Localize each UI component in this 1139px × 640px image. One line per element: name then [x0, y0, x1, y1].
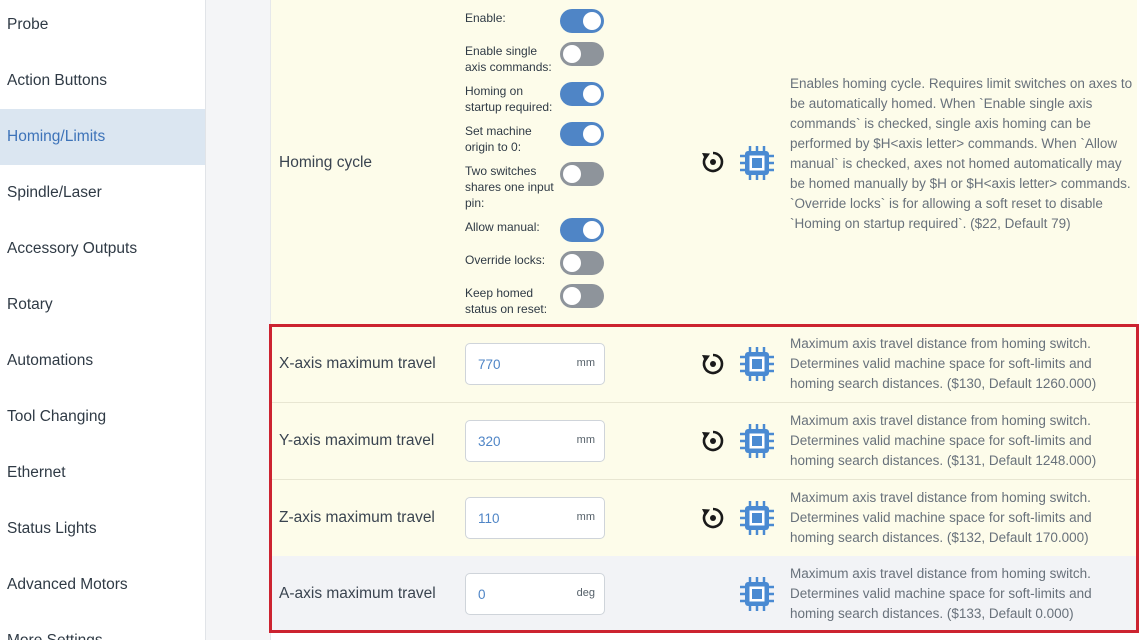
chip-icon [740, 424, 774, 458]
setting-description: Enables homing cycle. Requires limit swi… [790, 76, 1133, 231]
toggle-enable-single-axis[interactable] [560, 42, 604, 66]
sidebar-item-rotary[interactable]: Rotary [0, 277, 205, 333]
toggle-override-locks[interactable] [560, 251, 604, 275]
toggle-knob [583, 85, 601, 103]
sidebar-item-label: Spindle/Laser [7, 184, 102, 201]
toggle-enable[interactable] [560, 9, 604, 33]
x-axis-travel-input[interactable] [478, 354, 568, 374]
sidebar-item-automations[interactable]: Automations [0, 333, 205, 389]
sidebar-item-label: Ethernet [7, 464, 66, 481]
toggle-label-enable: Enable: [465, 11, 506, 25]
sidebar-item-label: Homing/Limits [7, 128, 106, 145]
setting-label: A-axis maximum travel [279, 585, 436, 602]
toggle-label-homing-on-startup: Homing on startup required: [465, 84, 553, 114]
chip-icon [740, 347, 774, 381]
sidebar-item-probe[interactable]: Probe [0, 0, 205, 53]
z-axis-travel-field[interactable]: mm [465, 497, 605, 539]
reset-icon[interactable] [700, 351, 726, 377]
sidebar-item-label: Rotary [7, 296, 53, 313]
unit-label: mm [576, 434, 595, 446]
y-axis-travel-row: Y-axis maximum travel mm Maximum axis tr… [271, 402, 1137, 479]
toggle-two-switches[interactable] [560, 162, 604, 186]
sidebar-item-tool-changing[interactable]: Tool Changing [0, 389, 205, 445]
sidebar-item-ethernet[interactable]: Ethernet [0, 445, 205, 501]
sidebar-item-spindle-laser[interactable]: Spindle/Laser [0, 165, 205, 221]
chip-icon [740, 501, 774, 535]
a-axis-travel-field[interactable]: deg [465, 573, 605, 615]
setting-description: Maximum axis travel distance from homing… [790, 413, 1097, 468]
unit-label: mm [576, 511, 595, 523]
toggle-homing-on-startup[interactable] [560, 82, 604, 106]
sidebar-item-label: Advanced Motors [7, 576, 128, 593]
unit-label: mm [576, 357, 595, 369]
toggle-knob [583, 221, 601, 239]
sidebar-item-label: More Settings [7, 632, 103, 640]
a-axis-travel-row: A-axis maximum travel deg Maximum axis t… [271, 556, 1137, 633]
homing-cycle-row: Homing cycle Enable: Enable single axis … [271, 0, 1137, 325]
toggle-knob [563, 165, 581, 183]
sidebar-item-label: Tool Changing [7, 408, 107, 425]
toggle-knob [563, 287, 581, 305]
y-axis-travel-input[interactable] [478, 431, 568, 451]
toggle-set-machine-origin[interactable] [560, 122, 604, 146]
settings-sidebar: Probe Action Buttons Homing/Limits Spind… [0, 0, 206, 640]
reset-icon[interactable] [700, 428, 726, 454]
toggle-keep-homed-status[interactable] [560, 284, 604, 308]
setting-description: Maximum axis travel distance from homing… [790, 490, 1092, 545]
unit-label: deg [576, 587, 595, 599]
z-axis-travel-input[interactable] [478, 508, 568, 528]
setting-label: Y-axis maximum travel [279, 432, 435, 449]
a-axis-travel-input[interactable] [478, 584, 568, 604]
z-axis-travel-row: Z-axis maximum travel mm Maximum axis tr… [271, 479, 1137, 556]
setting-label: X-axis maximum travel [279, 355, 436, 372]
setting-label: Z-axis maximum travel [279, 509, 435, 526]
toggle-label-enable-single-axis: Enable single axis commands: [465, 44, 552, 74]
toggle-allow-manual[interactable] [560, 218, 604, 242]
sidebar-item-action-buttons[interactable]: Action Buttons [0, 53, 205, 109]
setting-description: Maximum axis travel distance from homing… [790, 566, 1092, 621]
sidebar-item-label: Status Lights [7, 520, 97, 537]
chip-icon [740, 577, 774, 611]
reset-icon[interactable] [700, 505, 726, 531]
sidebar-item-status-lights[interactable]: Status Lights [0, 501, 205, 557]
toggle-label-allow-manual: Allow manual: [465, 220, 540, 234]
toggle-label-keep-homed-status: Keep homed status on reset: [465, 286, 548, 316]
setting-label: Homing cycle [279, 154, 373, 171]
toggle-knob [563, 254, 581, 272]
toggle-knob [583, 12, 601, 30]
chip-icon [740, 146, 774, 180]
y-axis-travel-field[interactable]: mm [465, 420, 605, 462]
toggle-knob [583, 125, 601, 143]
sidebar-item-label: Action Buttons [7, 72, 107, 89]
toggle-label-set-machine-origin: Set machine origin to 0: [465, 124, 532, 154]
sidebar-item-accessory-outputs[interactable]: Accessory Outputs [0, 221, 205, 277]
toggle-label-override-locks: Override locks: [465, 253, 546, 267]
sidebar-item-more-settings[interactable]: More Settings [0, 613, 205, 640]
x-axis-travel-row: X-axis maximum travel mm Maximum axis tr… [271, 325, 1137, 402]
toggle-label-two-switches: Two switches shares one input pin: [465, 164, 554, 210]
sidebar-item-advanced-motors[interactable]: Advanced Motors [0, 557, 205, 613]
setting-description: Maximum axis travel distance from homing… [790, 336, 1097, 391]
sidebar-item-label: Probe [7, 16, 49, 33]
x-axis-travel-field[interactable]: mm [465, 343, 605, 385]
sidebar-item-homing-limits[interactable]: Homing/Limits [0, 109, 205, 165]
reset-icon[interactable] [700, 149, 726, 175]
sidebar-item-label: Automations [7, 352, 94, 369]
sidebar-item-label: Accessory Outputs [7, 240, 138, 257]
toggle-knob [563, 45, 581, 63]
